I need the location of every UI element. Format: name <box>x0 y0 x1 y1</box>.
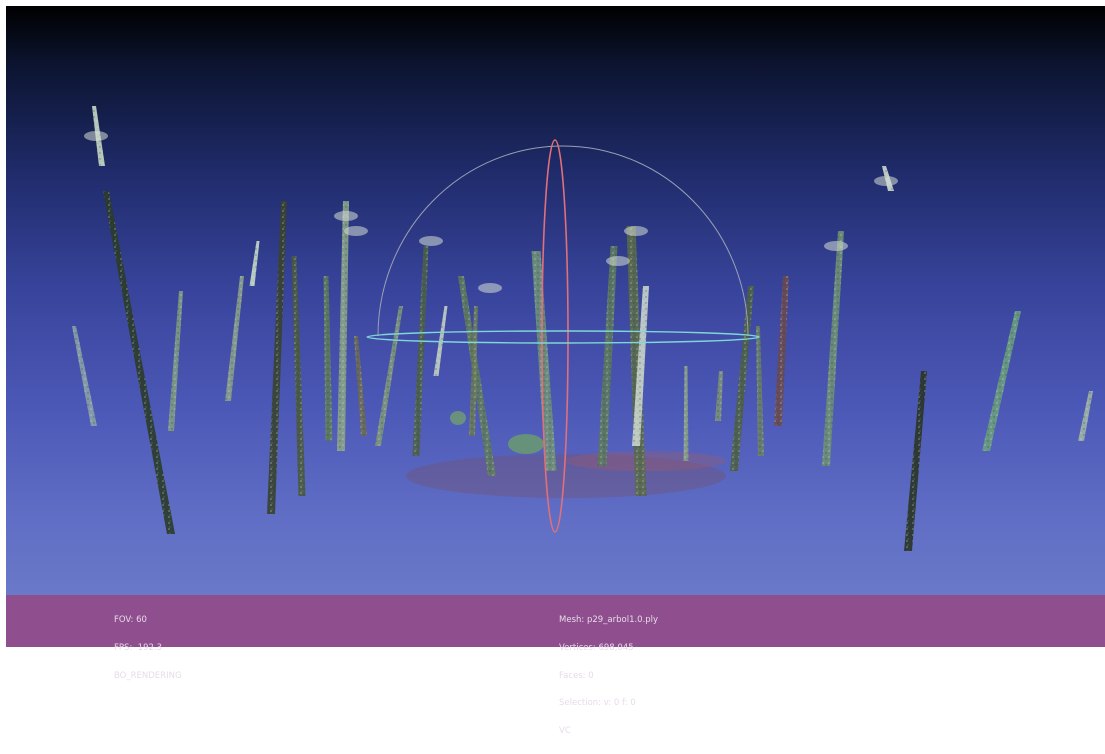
branch-tuft <box>624 226 648 236</box>
branch-tuft <box>478 283 502 293</box>
mesh-name-label: Mesh: p29_arbol1.0.ply <box>559 615 659 626</box>
vc-label: VC <box>559 725 571 736</box>
branch-tuft <box>874 176 898 186</box>
tree-trunk-speckle <box>1078 391 1093 441</box>
tree-trunk-speckle <box>375 306 403 446</box>
tree-trunk-speckle <box>597 246 618 466</box>
render-mode-label: BO_RENDERING <box>114 670 182 681</box>
tree-trunk-speckle <box>683 366 689 461</box>
branch-tuft <box>344 226 368 236</box>
tree-trunk-speckle <box>730 286 754 471</box>
tree-trunk-speckle <box>774 276 789 426</box>
tree-trunk-speckle <box>354 336 367 436</box>
tree-trunk-speckle <box>291 256 306 496</box>
branch-tuft <box>824 241 848 251</box>
tree-trunk-speckle <box>267 201 287 514</box>
application-frame: FOV: 60 FPS: 192.3 BO_RENDERING Mesh: p2… <box>0 0 1105 736</box>
point-cloud-scene[interactable] <box>6 6 1105 595</box>
branch-tuft <box>419 236 443 246</box>
fov-label: FOV: 60 <box>114 615 147 626</box>
tree-trunk-speckle <box>72 326 97 426</box>
tree-trunk-speckle <box>337 201 349 451</box>
tree-trunk-speckle <box>822 231 844 466</box>
tree-trunk-speckle <box>168 291 183 431</box>
branch-tuft <box>334 211 358 221</box>
tree-trunk-speckle <box>904 371 927 551</box>
tree-trunk-speckle <box>715 371 723 421</box>
trackball-horizontal-ring <box>366 330 760 344</box>
3d-viewport[interactable] <box>6 6 1105 595</box>
tree-trunk-speckle <box>412 246 429 456</box>
tree-trunk-speckle <box>756 326 764 456</box>
branch-tuft <box>84 131 108 141</box>
tree-trunk-speckle <box>103 191 175 534</box>
render-info-panel: FOV: 60 FPS: 192.3 BO_RENDERING <box>114 598 182 699</box>
vertices-label: Vertices: 698,045 <box>559 643 634 654</box>
tree-trunk-speckle <box>323 276 333 441</box>
faces-label: Faces: 0 <box>559 670 594 681</box>
fps-label: FPS: 192.3 <box>114 643 163 654</box>
tree-trunk-speckle <box>982 311 1021 451</box>
tree-trunk-speckle <box>249 241 260 286</box>
tree-trunk-speckle <box>225 276 244 401</box>
mesh-info-panel: Mesh: p29_arbol1.0.ply Vertices: 698,045… <box>559 598 658 754</box>
status-bar: FOV: 60 FPS: 192.3 BO_RENDERING Mesh: p2… <box>6 595 1105 736</box>
selection-label: Selection: v: 0 f: 0 <box>559 698 636 709</box>
branch-tuft <box>606 256 630 266</box>
